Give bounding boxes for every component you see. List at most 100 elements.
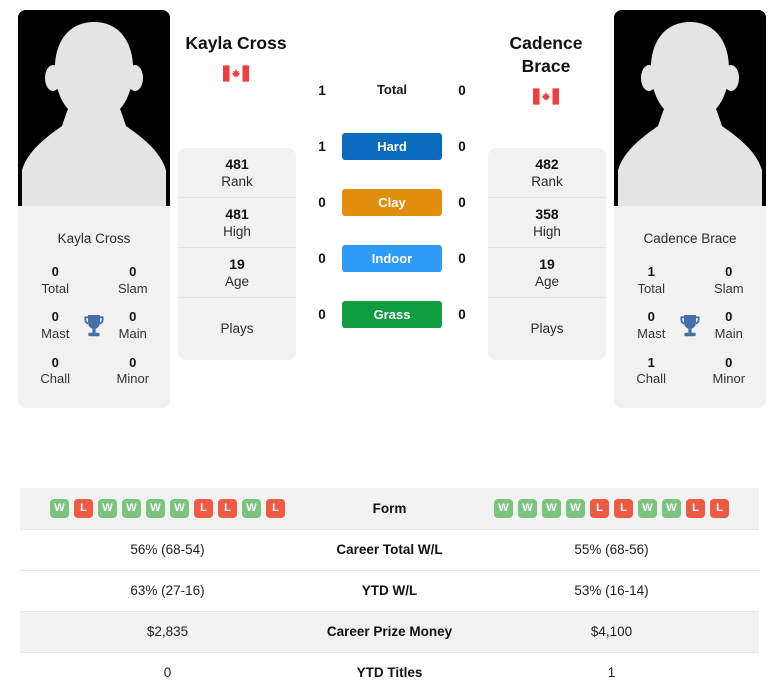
- h2h-label-hard: Hard: [342, 132, 442, 160]
- h2h-right-score-indoor: 0: [458, 250, 466, 266]
- career-wl-left: 56% (68-54): [130, 542, 205, 557]
- h2h-left-score-indoor: 0: [318, 250, 326, 266]
- form-strip-left: WLWWWWLLWL: [20, 498, 315, 518]
- stat-chall-left: 0 Chall: [30, 355, 80, 388]
- ytd-titles-right: 1: [607, 665, 616, 681]
- rank-label-left: Rank: [221, 173, 253, 189]
- titles-row-mast-main-left: 0 Mast 0 Main: [24, 303, 164, 348]
- table-row-career-prize: $2,835 Career Prize Money $4,100: [20, 611, 759, 652]
- form-badge-win: W: [242, 498, 261, 518]
- form-badge-loss: L: [614, 498, 633, 518]
- stat-mast-label-right: Mast: [637, 325, 666, 341]
- stat-chall-label-right: Chall: [636, 371, 667, 387]
- h2h-right-score-hard: 0: [458, 138, 466, 154]
- canada-flag-left: [223, 65, 249, 82]
- form-badge-win: W: [122, 498, 141, 518]
- h2h-label-total: Total: [342, 81, 442, 99]
- rank-cell-plays-left: Plays: [178, 298, 296, 360]
- form-cell-right: WWWWLLWWLL: [464, 488, 759, 529]
- h2h-right-score-grass: 0: [458, 306, 466, 322]
- rank-value-left: 481: [225, 155, 249, 172]
- stat-main-left: 0 Main: [108, 309, 158, 342]
- surface-badge-grass[interactable]: Grass: [342, 300, 442, 328]
- table-row-form: WLWWWWLLWL Form WWWWLLWWLL: [20, 488, 759, 529]
- plays-label-right: Plays: [530, 321, 564, 337]
- stat-slam-left: 0 Slam: [108, 264, 158, 297]
- row-label-career-wl: Career Total W/L: [336, 542, 443, 557]
- player-fullname-left: Kayla Cross: [185, 33, 287, 53]
- rank-cell-plays-right: Plays: [488, 298, 606, 360]
- stat-mast-label-left: Mast: [41, 325, 70, 341]
- stat-chall-value-right: 1: [647, 354, 655, 370]
- form-badge-loss: L: [590, 498, 609, 518]
- rank-cell-high-right: 358 High: [488, 198, 606, 248]
- form-badge-loss: L: [218, 498, 237, 518]
- career-wl-right: 55% (68-56): [574, 542, 649, 557]
- age-label-right: Age: [534, 273, 560, 289]
- rank-cell-rank-left: 481 Rank: [178, 148, 296, 198]
- stat-main-label-right: Main: [714, 325, 743, 341]
- h2h-label-grass: Grass: [342, 300, 442, 328]
- career-prize-right: $4,100: [590, 624, 633, 639]
- form-badge-loss: L: [74, 498, 93, 518]
- stat-total-value-right: 1: [647, 264, 655, 279]
- high-label-right: High: [533, 223, 561, 239]
- h2h-row-clay: 0 Clay 0: [302, 174, 482, 230]
- player-panel-right: Cadence Brace 1 Total 0 Slam 0 Mast 0 Ma…: [614, 10, 766, 408]
- titles-row-total-slam-left: 0 Total 0 Slam: [24, 258, 164, 303]
- high-label-left: High: [223, 223, 251, 239]
- h2h-right-score-clay: 0: [458, 194, 466, 210]
- stat-total-right: 1 Total: [626, 264, 676, 297]
- player-name-right: Cadence Brace: [643, 231, 737, 246]
- row-label-ytd-titles: YTD Titles: [356, 665, 423, 681]
- form-badge-win: W: [638, 498, 657, 518]
- player-comparison-page: Kayla Cross 0 Total 0 Slam 0 Mast 0 Main…: [0, 0, 779, 699]
- h2h-left-score-total: 1: [318, 82, 326, 98]
- compare-header: Kayla Cross 0 Total 0 Slam 0 Mast 0 Main…: [0, 0, 779, 408]
- plays-label-left: Plays: [220, 321, 254, 337]
- surface-badge-hard[interactable]: Hard: [342, 132, 442, 160]
- canada-flag-right: [533, 88, 559, 105]
- h2h-label-indoor: Indoor: [342, 244, 442, 272]
- age-value-right: 19: [539, 255, 555, 272]
- trophy-icon-right: [676, 314, 703, 338]
- h2h-left-score-hard: 1: [318, 138, 326, 154]
- surface-badge-clay[interactable]: Clay: [342, 188, 442, 216]
- player-title-block-left: Kayla Cross: [136, 32, 336, 82]
- form-badge-win: W: [146, 498, 165, 518]
- form-strip-right: WWWWLLWWLL: [464, 498, 759, 518]
- high-value-right: 358: [535, 205, 559, 222]
- comparison-stats-table: WLWWWWLLWL Form WWWWLLWWLL 56% (68-54) C…: [20, 488, 759, 693]
- h2h-left-score-clay: 0: [318, 194, 326, 210]
- stat-slam-label-left: Slam: [117, 280, 148, 296]
- table-row-career-wl: 56% (68-54) Career Total W/L 55% (68-56): [20, 529, 759, 570]
- titles-row-chall-minor-right: 1 Chall 0 Minor: [620, 349, 760, 394]
- form-badge-loss: L: [686, 498, 705, 518]
- stat-mast-value-right: 0: [647, 309, 655, 325]
- row-label-form: Form: [372, 500, 407, 516]
- career-prize-left: $2,835: [146, 624, 189, 639]
- stat-minor-value-left: 0: [129, 354, 137, 370]
- stat-chall-label-left: Chall: [40, 371, 71, 387]
- form-cell-left: WLWWWWLLWL: [20, 488, 315, 529]
- h2h-row-grass: 0 Grass 0: [302, 286, 482, 342]
- titles-row-total-slam-right: 1 Total 0 Slam: [620, 258, 760, 303]
- form-badge-win: W: [662, 498, 681, 518]
- stat-slam-label-right: Slam: [713, 280, 744, 296]
- stat-minor-left: 0 Minor: [108, 355, 158, 388]
- table-row-ytd-wl: 63% (27-16) YTD W/L 53% (16-14): [20, 570, 759, 611]
- stat-chall-value-left: 0: [51, 354, 59, 370]
- high-value-left: 481: [225, 205, 249, 222]
- form-badge-loss: L: [194, 498, 213, 518]
- rank-value-right: 482: [535, 155, 559, 172]
- ytd-titles-left: 0: [163, 665, 172, 681]
- rank-cell-high-left: 481 High: [178, 198, 296, 248]
- trophy-icon-left: [80, 314, 107, 338]
- table-row-ytd-titles: 0 YTD Titles 1: [20, 652, 759, 693]
- age-label-left: Age: [224, 273, 250, 289]
- form-badge-win: W: [50, 498, 69, 518]
- form-badge-win: W: [542, 498, 561, 518]
- surface-badge-indoor[interactable]: Indoor: [342, 244, 442, 272]
- form-badge-win: W: [494, 498, 513, 518]
- rank-card-left: 481 Rank 481 High 19 Age Plays: [178, 148, 296, 360]
